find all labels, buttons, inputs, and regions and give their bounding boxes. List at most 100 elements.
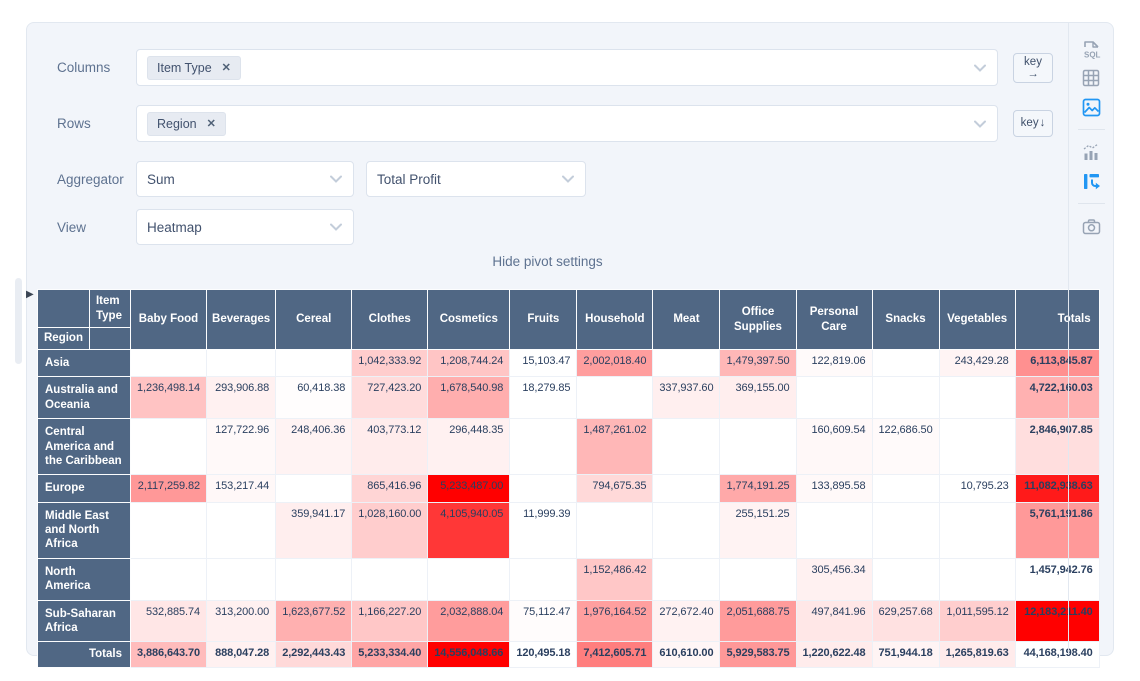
bar-chart-icon[interactable] [1080,141,1102,163]
aggregator-value: Sum [147,172,175,187]
pivot-cell [207,502,276,558]
pivot-cell: 4,105,940.05 [428,502,510,558]
pivot-cell: 248,406.36 [276,419,352,475]
scrollbar-fragment[interactable] [15,278,22,364]
pivot-cell [939,502,1015,558]
pivot-cell [653,350,720,377]
table-grid-icon[interactable] [1080,67,1102,89]
view-value: Heatmap [147,220,202,235]
pivot-cell: 160,609.54 [796,419,872,475]
pivot-cell: 305,456.34 [796,558,872,600]
arrow-down-icon: ↓ [1040,117,1046,129]
pivot-cell [276,475,352,502]
columns-select[interactable]: Item Type✕ [136,49,998,86]
pivot-cell: 11,999.39 [510,502,577,558]
pivot-cell [796,377,872,419]
aggregator-field-select[interactable]: Total Profit [366,161,586,197]
view-toolbar: SQL [1068,23,1113,655]
pivot-cell [207,558,276,600]
pivot-cell [872,475,939,502]
col-total-cell: 2,292,443.43 [276,642,352,667]
view-select[interactable]: Heatmap [136,209,354,245]
pivot-cell: 1,208,744.24 [428,350,510,377]
arrow-right-icon: → [1027,68,1039,80]
pivot-cell: 243,429.28 [939,350,1015,377]
col-total-cell: 7,412,605.71 [577,642,653,667]
pivot-cell: 255,151.25 [720,502,796,558]
totals-row-header: Totals [38,642,131,667]
chevron-down-icon [330,223,342,231]
collapse-handle-icon[interactable]: ▶ [26,287,35,303]
pivot-cell: 1,166,227.20 [352,600,428,642]
row-header: Middle East and North Africa [38,502,131,558]
pivot-cell: 1,976,164.52 [577,600,653,642]
column-header: Beverages [207,290,276,350]
pivot-cell: 532,885.74 [130,600,206,642]
pivot-cell [577,377,653,419]
col-total-cell: 14,556,048.66 [428,642,510,667]
pivot-cell [720,558,796,600]
pivot-icon[interactable] [1080,170,1102,192]
col-total-cell: 1,220,622.48 [796,642,872,667]
field-tag[interactable]: Item Type✕ [147,56,241,80]
pivot-cell [510,475,577,502]
pivot-cell: 865,416.96 [352,475,428,502]
pivot-cell: 272,672.40 [653,600,720,642]
pivot-cell: 60,418.38 [276,377,352,419]
column-header: Cereal [276,290,352,350]
row-attr-label: Region [38,328,90,350]
pivot-cell: 296,448.35 [428,419,510,475]
columns-sort-key-button[interactable]: key → [1013,53,1053,83]
toolbar-divider [1078,203,1105,204]
pivot-cell: 133,895.58 [796,475,872,502]
field-tag[interactable]: Region✕ [147,112,226,136]
row-header: North America [38,558,131,600]
row-header: Sub-Saharan Africa [38,600,131,642]
pivot-cell: 153,217.44 [207,475,276,502]
pivot-cell [872,350,939,377]
pivot-cell: 15,103.47 [510,350,577,377]
column-header: Clothes [352,290,428,350]
rows-select[interactable]: Region✕ [136,105,998,142]
pivot-cell [577,502,653,558]
pivot-cell [276,350,352,377]
rows-sort-key-button[interactable]: key ↓ [1013,110,1053,137]
pivot-cell: 1,487,261.02 [577,419,653,475]
tag-remove-icon[interactable]: ✕ [222,61,231,74]
pivot-cell [428,558,510,600]
pivot-cell: 794,675.35 [577,475,653,502]
svg-text:SQL: SQL [1084,50,1101,59]
col-total-cell: 888,047.28 [207,642,276,667]
pivot-cell: 727,423.20 [352,377,428,419]
pivot-blank-cell [89,328,130,350]
camera-icon[interactable] [1080,215,1102,237]
column-header: Fruits [510,290,577,350]
pivot-cell [207,350,276,377]
pivot-cell: 18,279.85 [510,377,577,419]
pivot-cell: 497,841.96 [796,600,872,642]
column-header: Personal Care [796,290,872,350]
col-total-cell: 5,233,334.40 [352,642,428,667]
pivot-cell: 2,051,688.75 [720,600,796,642]
sql-icon[interactable]: SQL [1080,38,1102,60]
aggregator-field-value: Total Profit [377,172,441,187]
tag-remove-icon[interactable]: ✕ [207,117,216,130]
chevron-down-icon [562,175,574,183]
pivot-corner-cell [38,290,90,328]
columns-tags: Item Type✕ [147,56,247,80]
pivot-cell: 122,686.50 [872,419,939,475]
col-total-cell: 120,495.18 [510,642,577,667]
pivot-cell: 403,773.12 [352,419,428,475]
chevron-down-icon [974,120,986,128]
pivot-cell: 1,678,540.98 [428,377,510,419]
image-chart-icon[interactable] [1080,96,1102,118]
column-header: Baby Food [130,290,206,350]
pivot-cell [130,558,206,600]
column-header: Cosmetics [428,290,510,350]
aggregator-select[interactable]: Sum [136,161,354,197]
pivot-cell: 2,032,888.04 [428,600,510,642]
rows-label: Rows [57,116,91,131]
pivot-table: Item TypeBaby FoodBeveragesCerealClothes… [37,289,1100,668]
hide-pivot-settings-link[interactable]: Hide pivot settings [492,254,602,269]
pivot-cell [130,350,206,377]
